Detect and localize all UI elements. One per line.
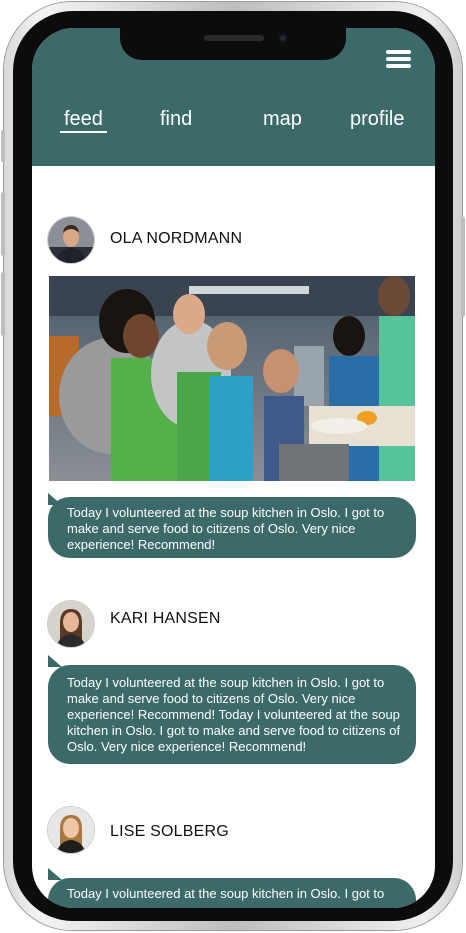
power-button bbox=[461, 217, 465, 317]
post-text-bubble: Today I volunteered at the soup kitchen … bbox=[48, 878, 416, 908]
speech-bubble-tail bbox=[48, 655, 62, 667]
post-text-bubble: Today I volunteered at the soup kitchen … bbox=[48, 497, 416, 558]
post-author-name: LISE SOLBERG bbox=[110, 823, 229, 840]
tab-profile[interactable]: profile bbox=[350, 108, 404, 131]
avatar[interactable] bbox=[47, 600, 95, 648]
front-camera bbox=[278, 33, 288, 43]
avatar[interactable] bbox=[47, 216, 95, 264]
volume-down-button bbox=[1, 272, 5, 336]
speaker-grille bbox=[204, 35, 264, 41]
avatar[interactable] bbox=[47, 806, 95, 854]
tab-find[interactable]: find bbox=[160, 108, 192, 131]
tab-map[interactable]: map bbox=[263, 108, 302, 131]
volume-up-button bbox=[1, 192, 5, 256]
post-photo[interactable] bbox=[49, 276, 415, 481]
tab-feed[interactable]: feed bbox=[60, 108, 107, 133]
phone-notch bbox=[120, 28, 346, 60]
post-author-name: KARI HANSEN bbox=[110, 610, 221, 627]
app-screen: feed find map profile OLA NORDMANN Today… bbox=[32, 28, 435, 908]
mute-switch bbox=[1, 130, 5, 162]
post-author-name: OLA NORDMANN bbox=[110, 230, 243, 247]
hamburger-menu-icon[interactable] bbox=[384, 48, 414, 70]
post-text-bubble: Today I volunteered at the soup kitchen … bbox=[48, 665, 416, 764]
speech-bubble-tail bbox=[48, 868, 62, 880]
